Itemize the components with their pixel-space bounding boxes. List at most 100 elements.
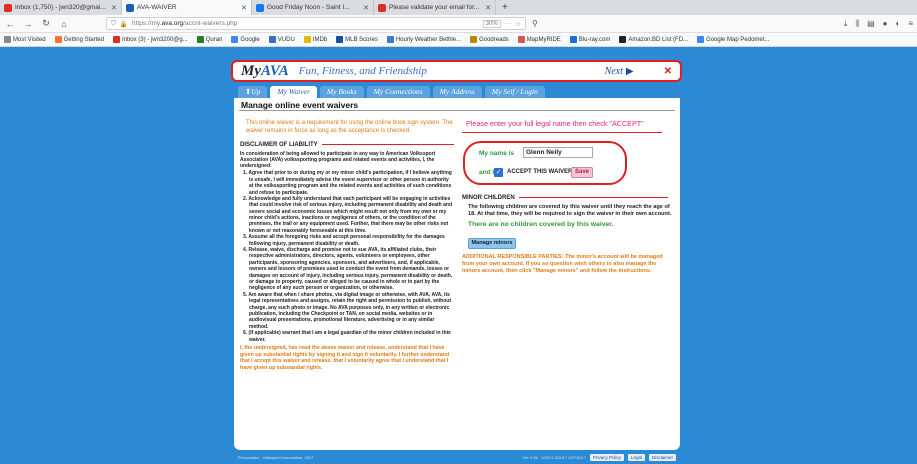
page-actions-icon[interactable]: ···	[505, 20, 512, 27]
extension-icon[interactable]: ●	[883, 19, 888, 29]
forward-arrow-icon[interactable]: →	[22, 19, 34, 29]
bookmark-getting-started[interactable]: Getting Started	[54, 36, 104, 43]
disclaimer-item: 2. Acknowledge and fully understand that…	[243, 195, 452, 234]
zoom-level[interactable]: 30%	[482, 19, 501, 28]
library-icon[interactable]: ⫼	[855, 19, 859, 29]
browser-tab-ava-waiver[interactable]: AVA-WAIVER ✕	[122, 0, 252, 15]
bookmark-quran[interactable]: Quran	[196, 36, 222, 43]
bookmark-amazon[interactable]: Amazon.BD List (FD...	[619, 36, 688, 43]
additional-parties-text: ADDITIONAL RESPONSIBLE PARTIES: The mino…	[462, 253, 663, 274]
disclaimer-list: 1. Agree that prior to or during my or m…	[240, 170, 454, 343]
disclaimer-item: 4. Release, waive, discharge and promise…	[243, 247, 453, 292]
bookmark-weather[interactable]: Hourly Weather Bethle...	[386, 36, 461, 43]
legal-name-input[interactable]: Glenn Neily	[523, 146, 593, 158]
undersigned-statement: I, the undersigned, has read the above w…	[240, 344, 450, 372]
download-icon[interactable]: ⤓	[844, 19, 848, 29]
tab-close-icon[interactable]: ✕	[363, 4, 369, 12]
close-icon[interactable]: ✕	[664, 66, 672, 77]
no-children-message: There are no children covered by this wa…	[468, 220, 614, 228]
legal-button[interactable]: Legal	[627, 453, 645, 461]
account-tabs: ⬆Up My Waiver My Books My Connections My…	[238, 86, 678, 98]
tab-my-books[interactable]: My Books	[319, 86, 364, 98]
imdb-icon	[303, 36, 311, 43]
heading-rule	[518, 197, 668, 199]
disclaimer-button[interactable]: Disclaimer	[648, 453, 676, 461]
site-header: MyAVA Fun, Fitness, and Friendship Next ▶…	[231, 60, 682, 82]
search-icon[interactable]: ⚲	[532, 19, 538, 28]
bookmark-inbox[interactable]: Inbox (3) - jwn3200@g...	[112, 36, 188, 43]
bookmark-goodreads[interactable]: Goodreads	[470, 36, 509, 43]
reload-icon[interactable]: ↻	[40, 18, 52, 29]
url-bar[interactable]: ⛉ 🔒 https://my.ava.org/accnt-waivers.php…	[106, 17, 526, 30]
browser-tab-label: Good Friday Noon - Saint I...	[267, 4, 350, 11]
myava-logo[interactable]: MyAVA	[241, 63, 289, 80]
manage-minors-button[interactable]: Manage minors	[468, 237, 516, 249]
save-button[interactable]: Save	[571, 166, 593, 178]
browser-tab-gmail[interactable]: Inbox (1,750) - jwn320@gmai... ✕	[0, 0, 122, 15]
tab-up[interactable]: ⬆Up	[238, 86, 268, 98]
tab-my-self-login[interactable]: My Self / Login	[484, 86, 545, 98]
page-footer: Personalize - Volkssport Association, 20…	[234, 452, 680, 462]
url-text: https://my.ava.org/accnt-waivers.php	[131, 20, 238, 27]
disclaimer-item: 1. Agree that prior to or during my or m…	[243, 170, 452, 196]
title-divider	[239, 110, 675, 111]
mail-favicon-icon	[378, 3, 386, 12]
goodreads-icon	[470, 36, 478, 43]
google-icon	[231, 36, 239, 43]
back-arrow-icon[interactable]: ←	[4, 19, 16, 29]
footer-copyright: Personalize - Volkssport Association, 20…	[238, 454, 314, 460]
bookmark-bluray[interactable]: Blu-ray.com	[569, 36, 610, 43]
weather-icon	[386, 36, 394, 43]
toolbar-icons: ⤓ ⫼ ▤ ● ◐ ≡	[844, 19, 913, 29]
new-tab-plus-icon[interactable]: +	[496, 0, 514, 15]
gmail-icon	[112, 36, 120, 43]
tab-my-waiver[interactable]: My Waiver	[270, 86, 317, 98]
disclaimer-item: 6. (If applicable) warrant that I am a l…	[243, 330, 451, 343]
bookmark-imdb[interactable]: IMDb	[303, 36, 327, 43]
waiver-text-column: This online waiver is a requirement for …	[240, 120, 454, 372]
sidebar-icon[interactable]: ▤	[867, 19, 875, 29]
accept-checkbox[interactable]: ✓	[494, 167, 503, 177]
footer-version: Ver 1.96 - 1/2017-2/2017 1/27/2017	[522, 454, 586, 460]
browser-tab-validate-email[interactable]: Please validate your email for... ✕	[374, 0, 496, 15]
disclaimer-heading: DISCLAIMER OF LIABILITY	[240, 142, 454, 148]
sync-icon[interactable]: ◐	[895, 19, 900, 29]
bookmark-google[interactable]: Google	[231, 36, 260, 43]
tab-close-icon[interactable]: ✕	[241, 4, 247, 12]
firefox-icon	[54, 36, 62, 43]
home-icon[interactable]: ⌂	[58, 19, 70, 29]
bookmark-mapmyride[interactable]: MapMyRIDE	[517, 36, 561, 43]
bookmark-star-icon[interactable]: ☆	[515, 20, 521, 28]
site-tagline: Fun, Fitness, and Friendship	[298, 65, 427, 77]
privacy-policy-button[interactable]: Privacy Policy	[589, 453, 624, 461]
mlb-icon	[336, 36, 344, 43]
tab-my-address[interactable]: My Address	[432, 86, 482, 98]
disclaimer-intro: In consideration of being allowed to par…	[240, 150, 436, 170]
tab-close-icon[interactable]: ✕	[111, 4, 117, 12]
bookmark-vudu[interactable]: VUDU	[268, 36, 295, 43]
gear-icon	[4, 36, 11, 43]
and-label: and I	[479, 168, 495, 176]
amazon-icon	[619, 36, 627, 43]
menu-icon[interactable]: ≡	[908, 19, 913, 29]
tab-close-icon[interactable]: ✕	[485, 4, 491, 12]
browser-tab-label: AVA-WAIVER	[137, 4, 177, 11]
browser-tab-label: Inbox (1,750) - jwn320@gmai...	[15, 4, 106, 11]
tab-my-connections[interactable]: My Connections	[366, 86, 430, 98]
browser-tab-bar: Inbox (1,750) - jwn320@gmai... ✕ AVA-WAI…	[0, 0, 917, 15]
facebook-favicon-icon	[256, 3, 264, 12]
gmail-favicon-icon	[4, 3, 12, 12]
waiver-intro: This online waiver is a requirement for …	[246, 120, 453, 134]
acceptance-instructions: Please enter your full legal name then c…	[466, 119, 644, 128]
bookmark-mlb-scores[interactable]: MLB Scores	[336, 36, 378, 43]
heading-rule	[321, 144, 454, 146]
ava-favicon-icon	[126, 3, 134, 12]
browser-nav-bar: ← → ↻ ⌂ ⛉ 🔒 https://my.ava.org/accnt-wai…	[0, 15, 917, 33]
bookmark-google-map-pedometer[interactable]: Google Map Pedomet...	[697, 36, 769, 43]
minor-children-heading: MINOR CHILDREN	[462, 195, 668, 201]
page-title: Manage online event waivers	[241, 100, 359, 110]
browser-tab-facebook[interactable]: Good Friday Noon - Saint I... ✕	[252, 0, 374, 15]
bookmark-most-visited[interactable]: Most Visited	[4, 36, 46, 43]
book-icon	[196, 36, 204, 43]
next-link[interactable]: Next ▶	[605, 66, 634, 77]
